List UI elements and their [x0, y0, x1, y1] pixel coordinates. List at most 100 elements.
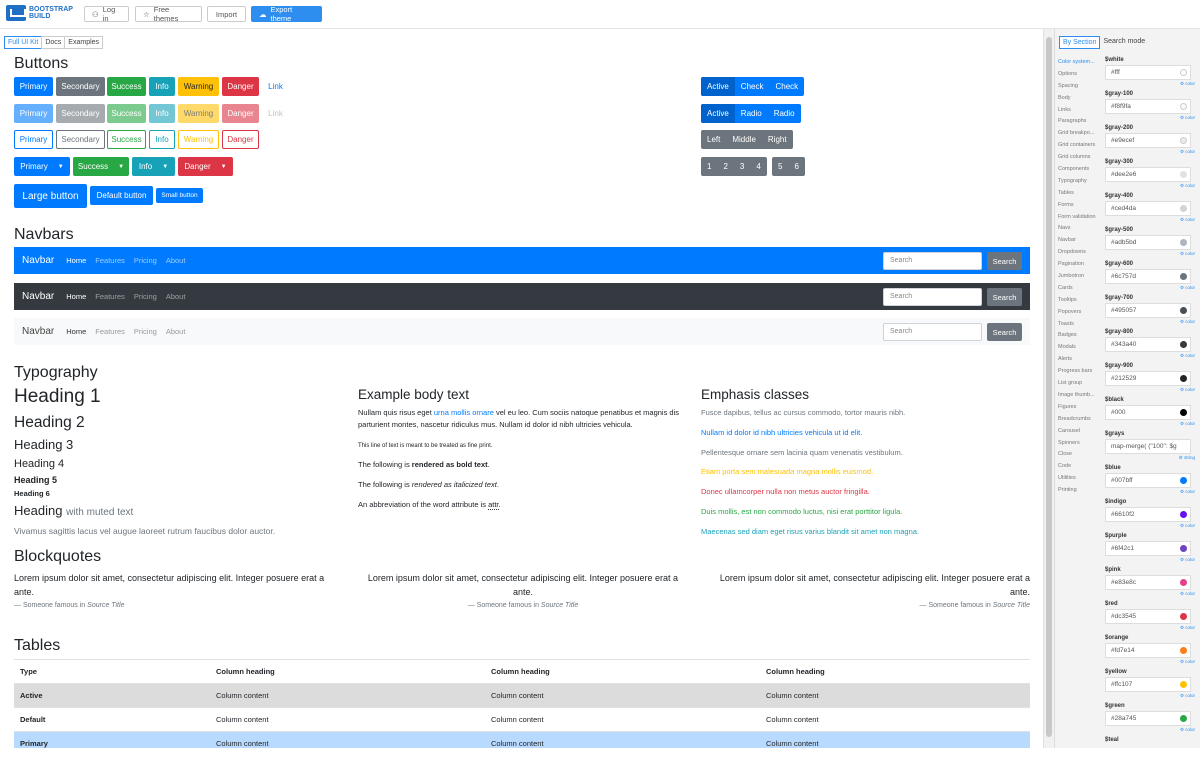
- section-link[interactable]: Jumbotron: [1058, 271, 1100, 283]
- nav-link-about[interactable]: About: [166, 256, 186, 265]
- section-link[interactable]: Popovers: [1058, 307, 1100, 319]
- section-link[interactable]: Close: [1058, 449, 1100, 461]
- variable-value-input[interactable]: #6610f2: [1105, 507, 1191, 522]
- variable-value-input[interactable]: #6c757d: [1105, 269, 1191, 284]
- variable-type-link[interactable]: ⚙ color: [1180, 387, 1195, 393]
- variable-type-link[interactable]: ⚙ color: [1180, 659, 1195, 665]
- outline-secondary-button[interactable]: Secondary: [56, 130, 105, 149]
- radio-button[interactable]: Radio: [768, 104, 801, 123]
- variable-type-link[interactable]: ⚙ color: [1180, 319, 1195, 325]
- main-scrollbar[interactable]: [1043, 29, 1054, 748]
- section-link[interactable]: Breadcrumbs: [1058, 414, 1100, 426]
- variable-value-input[interactable]: #fff: [1105, 65, 1191, 80]
- section-link[interactable]: Typography: [1058, 176, 1100, 188]
- variable-type-link[interactable]: ⚙ color: [1180, 251, 1195, 257]
- variable-type-link[interactable]: ⚙ color: [1180, 625, 1195, 631]
- variable-value-input[interactable]: #343a40: [1105, 337, 1191, 352]
- navbar-search-button[interactable]: Search: [987, 252, 1022, 270]
- free-themes-button[interactable]: ☆ Free themes: [135, 5, 202, 23]
- variable-type-link[interactable]: ⚙ color: [1180, 421, 1195, 427]
- section-link[interactable]: Grid breakpo...: [1058, 128, 1100, 140]
- variable-value-input[interactable]: #28a745: [1105, 711, 1191, 726]
- primary-dropdown-button[interactable]: Primary ▼: [14, 157, 70, 176]
- variable-type-link[interactable]: ⚙ color: [1180, 285, 1195, 291]
- variable-type-link[interactable]: ⚙ color: [1180, 149, 1195, 155]
- variable-value-input[interactable]: #ffc107: [1105, 677, 1191, 692]
- color-swatch-icon[interactable]: [1180, 69, 1187, 76]
- group-button-6[interactable]: 6: [788, 157, 804, 176]
- section-link[interactable]: Code: [1058, 461, 1100, 473]
- logo[interactable]: BOOTSTRAP BUILD: [6, 5, 73, 21]
- variable-type-link[interactable]: ⚙ color: [1180, 727, 1195, 733]
- color-swatch-icon[interactable]: [1180, 307, 1187, 314]
- login-button[interactable]: ⚇ Log in: [84, 5, 129, 23]
- variable-value-input[interactable]: #adb5bd: [1105, 235, 1191, 250]
- tab-examples[interactable]: Examples: [64, 36, 104, 49]
- outline-danger-button[interactable]: Danger: [222, 130, 259, 149]
- section-link[interactable]: Toasts: [1058, 319, 1100, 331]
- outline-success-button[interactable]: Success: [107, 130, 146, 149]
- export-theme-button[interactable]: ☁ Export theme: [251, 5, 322, 23]
- section-link[interactable]: Options: [1058, 69, 1100, 81]
- section-link[interactable]: Pagination: [1058, 259, 1100, 271]
- variable-type-link[interactable]: ⚙ color: [1180, 183, 1195, 189]
- section-link[interactable]: Dropdowns: [1058, 247, 1100, 259]
- navbar-search-input[interactable]: Search: [883, 288, 982, 306]
- section-link[interactable]: Carousel: [1058, 426, 1100, 438]
- section-link[interactable]: Figures: [1058, 402, 1100, 414]
- color-swatch-icon[interactable]: [1180, 715, 1187, 722]
- variable-type-link[interactable]: ⚙ color: [1180, 523, 1195, 529]
- group-button-3[interactable]: 3: [734, 157, 750, 176]
- navbar-search-input[interactable]: Search: [883, 252, 982, 270]
- section-link[interactable]: Color system...: [1058, 57, 1100, 69]
- section-link[interactable]: Grid containers: [1058, 140, 1100, 152]
- section-link[interactable]: Spacing: [1058, 81, 1100, 93]
- variable-value-input[interactable]: #007bff: [1105, 473, 1191, 488]
- variable-value-input[interactable]: #495057: [1105, 303, 1191, 318]
- variable-value-input[interactable]: #f8f9fa: [1105, 99, 1191, 114]
- success-dropdown-button[interactable]: Success ▼: [73, 157, 129, 176]
- navbar-search-button[interactable]: Search: [987, 323, 1022, 341]
- color-swatch-icon[interactable]: [1180, 681, 1187, 688]
- info-dropdown-button[interactable]: Info ▼: [132, 157, 175, 176]
- variable-type-link[interactable]: ⚙ color: [1180, 115, 1195, 121]
- scrollbar-thumb[interactable]: [1046, 37, 1052, 737]
- color-swatch-icon[interactable]: [1180, 579, 1187, 586]
- navbar-search-button[interactable]: Search: [987, 288, 1022, 306]
- nav-link-home[interactable]: Home: [66, 256, 86, 265]
- variable-value-input[interactable]: #dc3545: [1105, 609, 1191, 624]
- variable-value-input[interactable]: #fd7e14: [1105, 643, 1191, 658]
- small-button[interactable]: Small button: [156, 188, 203, 203]
- variable-value-input[interactable]: #ced4da: [1105, 201, 1191, 216]
- color-swatch-icon[interactable]: [1180, 375, 1187, 382]
- section-link[interactable]: Links: [1058, 105, 1100, 117]
- variable-type-link[interactable]: ⚙ color: [1180, 81, 1195, 87]
- nav-link-pricing[interactable]: Pricing: [134, 292, 157, 301]
- variable-value-input[interactable]: map-merge( ("100": $g: [1105, 439, 1191, 454]
- variable-value-input[interactable]: #212529: [1105, 371, 1191, 386]
- nav-link-about[interactable]: About: [166, 327, 186, 336]
- color-swatch-icon[interactable]: [1180, 613, 1187, 620]
- nav-link-about[interactable]: About: [166, 292, 186, 301]
- tab-full-ui-kit[interactable]: Full UI Kit: [4, 36, 43, 49]
- group-button-1[interactable]: 1: [701, 157, 717, 176]
- section-link[interactable]: Tooltips: [1058, 295, 1100, 307]
- danger-button[interactable]: Danger: [222, 77, 259, 96]
- tab-by-section[interactable]: By Section: [1059, 36, 1101, 49]
- group-button-2[interactable]: 2: [717, 157, 733, 176]
- section-link[interactable]: Modals: [1058, 342, 1100, 354]
- nav-link-home[interactable]: Home: [66, 327, 86, 336]
- variable-value-input[interactable]: #dee2e6: [1105, 167, 1191, 182]
- middle-button[interactable]: Middle: [726, 130, 762, 149]
- variable-type-link[interactable]: ⚙ color: [1180, 217, 1195, 223]
- section-link[interactable]: Form validation: [1058, 212, 1100, 224]
- nav-link-features[interactable]: Features: [95, 256, 125, 265]
- section-link[interactable]: Paragraphs: [1058, 116, 1100, 128]
- outline-warning-button[interactable]: Warning: [178, 130, 219, 149]
- success-button[interactable]: Success: [107, 77, 146, 96]
- section-link[interactable]: Body: [1058, 93, 1100, 105]
- tab-docs[interactable]: Docs: [41, 36, 66, 49]
- section-link[interactable]: Components: [1058, 164, 1100, 176]
- secondary-button[interactable]: Secondary: [56, 77, 105, 96]
- section-link[interactable]: List group: [1058, 378, 1100, 390]
